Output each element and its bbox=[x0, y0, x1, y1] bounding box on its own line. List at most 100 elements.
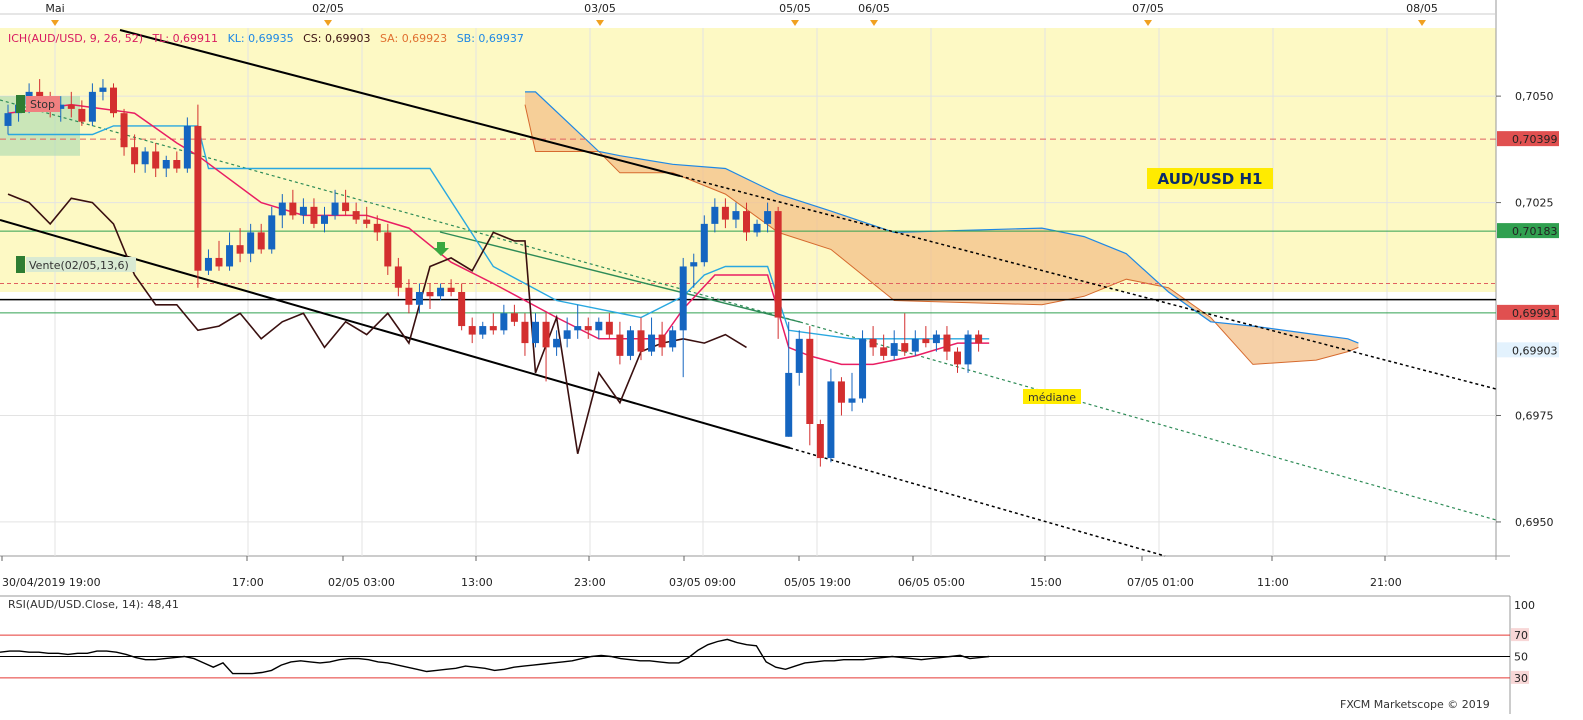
top-date-label: 05/05 bbox=[779, 2, 811, 15]
candle-up bbox=[626, 330, 634, 356]
candle-down bbox=[901, 343, 909, 352]
candle-down bbox=[510, 313, 518, 322]
chart-title: AUD/USD H1 bbox=[1158, 170, 1263, 188]
date-marker-icon bbox=[791, 20, 799, 26]
x-tick-label: 23:00 bbox=[574, 576, 606, 589]
legend-sa: SA: 0,69923 bbox=[380, 32, 447, 45]
candle-down bbox=[774, 211, 782, 318]
candle-down bbox=[78, 108, 86, 122]
candle-down bbox=[257, 232, 265, 250]
price-label: 0,69903 bbox=[1512, 344, 1558, 357]
sell-label: Vente(02/05,13,6) bbox=[29, 259, 129, 272]
date-marker-icon bbox=[1144, 20, 1152, 26]
x-tick-label: 03/05 09:00 bbox=[669, 576, 736, 589]
candle-up bbox=[4, 113, 12, 126]
candle-down bbox=[120, 113, 128, 148]
candle-up bbox=[183, 125, 191, 169]
top-date-label: 08/05 bbox=[1406, 2, 1438, 15]
stop-marker-handle[interactable] bbox=[16, 95, 25, 113]
x-tick-label: 05/05 19:00 bbox=[784, 576, 851, 589]
x-tick-label: 15:00 bbox=[1030, 576, 1062, 589]
candle-down bbox=[658, 334, 666, 348]
x-tick-label: 21:00 bbox=[1370, 576, 1402, 589]
candle-up bbox=[679, 266, 687, 331]
legend-kl: KL: 0,69935 bbox=[228, 32, 294, 45]
x-tick-label: 17:00 bbox=[232, 576, 264, 589]
price-label: 0,70183 bbox=[1512, 225, 1558, 238]
y-tick-label: 0,7025 bbox=[1515, 197, 1554, 210]
legend-sb: SB: 0,69937 bbox=[457, 32, 524, 45]
price-label: 0,69991 bbox=[1512, 307, 1558, 320]
candle-up bbox=[268, 215, 276, 250]
candle-down bbox=[310, 206, 318, 224]
candle-up bbox=[563, 330, 571, 339]
candle-down bbox=[837, 381, 845, 403]
legend-cs: CS: 0,69903 bbox=[303, 32, 370, 45]
candle-down bbox=[922, 338, 930, 344]
candle-down bbox=[236, 245, 244, 254]
candle-down bbox=[194, 125, 202, 271]
candle-up bbox=[331, 202, 339, 216]
candle-up bbox=[437, 287, 445, 297]
candle-up bbox=[827, 381, 835, 459]
candle-down bbox=[289, 202, 297, 216]
rsi-panel: 100 70 50 30 bbox=[0, 599, 1535, 685]
date-marker-icon bbox=[1418, 20, 1426, 26]
candle-down bbox=[816, 424, 824, 459]
candle-down bbox=[616, 334, 624, 356]
candle-down bbox=[215, 257, 223, 267]
candle-down bbox=[131, 147, 139, 165]
candle-up bbox=[932, 334, 940, 344]
x-tick-label: 06/05 05:00 bbox=[898, 576, 965, 589]
candle-up bbox=[700, 223, 708, 263]
candle-down bbox=[394, 266, 402, 288]
candle-down bbox=[489, 326, 497, 331]
candle-up bbox=[711, 206, 719, 224]
candle-up bbox=[964, 334, 972, 365]
x-tick-label: 30/04/2019 19:00 bbox=[2, 576, 101, 589]
top-shaded-zone bbox=[0, 28, 1496, 292]
candle-down bbox=[363, 219, 371, 224]
candle-up bbox=[204, 257, 212, 271]
date-marker-icon bbox=[596, 20, 604, 26]
candle-down bbox=[447, 287, 455, 292]
candle-up bbox=[321, 215, 328, 224]
candle-up bbox=[764, 211, 772, 224]
sell-marker-handle[interactable] bbox=[16, 256, 25, 273]
x-tick-label: 07/05 01:00 bbox=[1127, 576, 1194, 589]
candle-down bbox=[405, 287, 413, 305]
candle-up bbox=[795, 338, 803, 373]
rsi-tick-label: 100 bbox=[1514, 599, 1535, 612]
candle-up bbox=[553, 338, 561, 348]
candle-down bbox=[384, 232, 392, 267]
stop-label: Stop bbox=[30, 98, 55, 111]
candle-up bbox=[848, 398, 856, 403]
candle-down bbox=[352, 211, 360, 220]
date-marker-icon bbox=[51, 20, 59, 26]
y-tick-label: 0,7050 bbox=[1515, 90, 1554, 103]
candle-up bbox=[648, 334, 656, 352]
candle-down bbox=[584, 326, 592, 331]
candle-down bbox=[542, 321, 550, 348]
candle-up bbox=[690, 262, 698, 267]
candle-down bbox=[869, 338, 877, 348]
legend-tl: TL: 0,69911 bbox=[152, 32, 219, 45]
candle-down bbox=[975, 334, 983, 344]
candle-down bbox=[152, 151, 160, 169]
price-label: 0,70399 bbox=[1512, 133, 1558, 146]
date-marker-icon bbox=[870, 20, 878, 26]
date-marker-icon bbox=[324, 20, 332, 26]
candle-down bbox=[743, 211, 750, 233]
candle-down bbox=[373, 223, 381, 233]
ichimoku-chart[interactable]: 0,7050 0,7025 0,6975 0,6950 30/04/2019 19:00… bbox=[0, 0, 1583, 720]
candle-up bbox=[574, 326, 582, 331]
candle-up bbox=[226, 245, 234, 267]
candle-down bbox=[637, 330, 645, 352]
candle-up bbox=[859, 338, 867, 399]
candle-up bbox=[753, 223, 761, 233]
candle-down bbox=[880, 347, 888, 356]
candle-down bbox=[806, 338, 814, 424]
candle-up bbox=[415, 292, 423, 305]
candle-down bbox=[426, 292, 434, 297]
candle-up bbox=[479, 326, 487, 335]
